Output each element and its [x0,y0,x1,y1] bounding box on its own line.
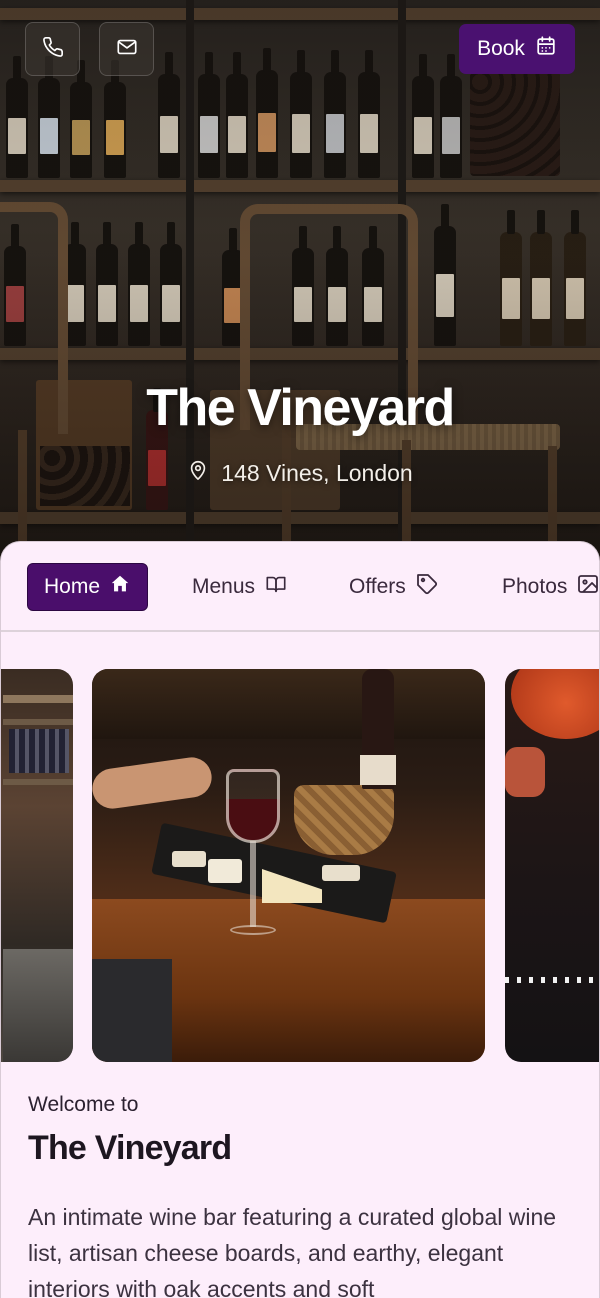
welcome-text: Welcome to [28,1093,139,1116]
address-text: 148 Vines, London [221,459,413,486]
book-open-icon [264,573,288,601]
map-pin-icon [187,458,209,488]
venue-description: An intimate wine bar featuring a curated… [28,1204,557,1298]
hero-image: Book The Vineyard 148 Vines, London [0,0,600,570]
tab-label: Offers [349,575,406,598]
tab-label: Photos [502,575,568,598]
book-button[interactable]: Book [459,24,575,74]
call-button[interactable] [25,22,80,76]
tab-photos[interactable]: Photos [502,563,599,611]
tab-label: Home [44,575,101,598]
image-icon [576,572,599,602]
carousel-slide[interactable] [1,669,73,1062]
tab-home[interactable]: Home [27,563,149,611]
content-sheet: Home Menus Offers Photos Welcome to The … [0,541,600,1298]
email-button[interactable] [99,22,154,76]
venue-title: The Vineyard [146,379,455,437]
tab-bar: Home Menus Offers Photos [1,542,599,632]
venue-address: 148 Vines, London [0,458,600,488]
calendar-icon [535,35,557,63]
tab-offers[interactable]: Offers [349,563,439,611]
photo-carousel[interactable] [1,669,599,1062]
carousel-slide[interactable] [505,669,599,1062]
carousel-slide[interactable] [92,669,485,1062]
mail-icon [116,36,138,63]
home-icon [109,573,131,601]
phone-icon [42,36,64,63]
tag-icon [415,572,439,602]
tab-menus[interactable]: Menus [192,563,288,611]
tab-label: Menus [192,575,256,598]
book-button-label: Book [477,37,525,60]
venue-name-heading: The Vineyard [28,1129,232,1167]
